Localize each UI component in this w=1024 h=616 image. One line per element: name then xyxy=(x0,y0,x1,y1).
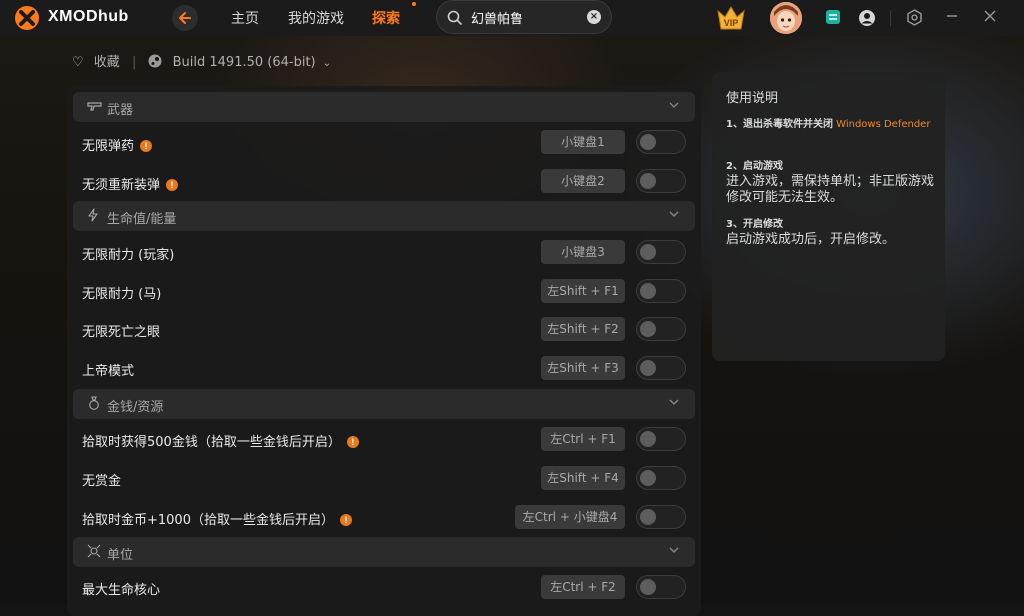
instructions-title: 使用说明 xyxy=(726,91,779,106)
brand-name: XMODhub xyxy=(48,8,129,25)
settings-icon[interactable] xyxy=(906,9,923,26)
cheat-label-infinite-stamina-horse: 无限耐力 (马) xyxy=(82,287,162,302)
steam-icon xyxy=(148,54,162,68)
divider xyxy=(890,10,891,26)
switch-icon[interactable] xyxy=(825,9,841,25)
xmod-logo-icon xyxy=(15,6,39,30)
category-units[interactable]: 单位 xyxy=(73,537,695,567)
vip-label: VIP xyxy=(724,18,739,28)
favorite-link[interactable]: 收藏 xyxy=(94,55,120,70)
chevron-down-icon xyxy=(669,102,679,108)
chevron-down-icon xyxy=(669,547,679,553)
info-icon[interactable]: ! xyxy=(346,436,359,448)
hotkey-badge[interactable]: 左Shift + F3 xyxy=(541,356,625,380)
chevron-down-icon xyxy=(669,211,679,217)
category-label: 武器 xyxy=(107,103,134,118)
hotkey-badge[interactable]: 小键盘1 xyxy=(541,130,625,154)
toggle-pickup-500-money[interactable] xyxy=(636,427,686,451)
instructions-step-1: 1、退出杀毒软件并关闭 Windows Defender xyxy=(726,119,931,130)
search-input[interactable] xyxy=(471,9,581,25)
hotkey-badge[interactable]: 小键盘2 xyxy=(541,169,625,193)
cheat-label-god-mode: 上帝模式 xyxy=(82,364,135,379)
instructions-step-3-title: 3、开启修改 xyxy=(726,219,783,230)
category-health-energy[interactable]: 生命值/能量 xyxy=(73,201,695,231)
toggle-infinite-stamina-horse[interactable] xyxy=(636,279,686,303)
instructions-step-2-title: 2、启动游戏 xyxy=(726,161,783,172)
chevron-down-icon xyxy=(669,399,679,405)
info-icon[interactable]: ! xyxy=(339,514,352,526)
instructions-step-3-body: 启动游戏成功后，开启修改。 xyxy=(726,232,896,247)
nav-explore[interactable]: 探索 xyxy=(372,8,400,28)
info-icon[interactable]: ! xyxy=(166,179,179,191)
close-icon[interactable] xyxy=(983,9,997,23)
build-version[interactable]: Build 1491.50 (64-bit) xyxy=(173,55,316,70)
avatar[interactable] xyxy=(770,2,802,34)
chevron-down-icon[interactable]: ⌄ xyxy=(323,58,331,69)
game-subheader: ♡ 收藏 | Build 1491.50 (64-bit) ⌄ xyxy=(72,51,331,70)
vip-badge-icon[interactable]: VIP xyxy=(714,3,748,33)
cheat-label-infinite-dead-eye: 无限死亡之眼 xyxy=(82,325,161,340)
nav-home[interactable]: 主页 xyxy=(231,8,259,28)
hotkey-badge[interactable]: 左Ctrl + 小键盘4 xyxy=(515,505,625,529)
hotkey-badge[interactable]: 小键盘3 xyxy=(541,240,625,264)
cheat-label-no-reload: 无须重新装弹! xyxy=(82,174,179,193)
category-weapons[interactable]: 武器 xyxy=(73,92,695,122)
instructions-panel xyxy=(712,72,945,361)
toggle-infinite-stamina-player[interactable] xyxy=(636,240,686,264)
windows-defender-link[interactable]: Windows Defender xyxy=(836,119,930,130)
search-box[interactable]: × xyxy=(436,0,612,34)
toggle-infinite-ammo[interactable] xyxy=(636,130,686,154)
cheat-label-pickup-500-money: 拾取时获得500金钱（拾取一些金钱后开启）! xyxy=(82,431,359,450)
toggle-infinite-dead-eye[interactable] xyxy=(636,317,686,341)
category-label: 金钱/资源 xyxy=(107,400,164,415)
search-icon xyxy=(447,10,462,25)
unit-icon xyxy=(87,544,101,558)
hotkey-badge[interactable]: 左Shift + F2 xyxy=(541,317,625,341)
cheat-label-pickup-gold-1000: 拾取时金币+1000（拾取一些金钱后开启）! xyxy=(82,509,352,528)
cheat-label-infinite-stamina-player: 无限耐力 (玩家) xyxy=(82,248,175,263)
toggle-no-bounty[interactable] xyxy=(636,466,686,490)
toggle-god-mode[interactable] xyxy=(636,356,686,380)
category-money-resources[interactable]: 金钱/资源 xyxy=(73,389,695,419)
gun-icon xyxy=(87,102,102,111)
cheat-label-max-health-core: 最大生命核心 xyxy=(82,583,161,598)
hotkey-badge[interactable]: 左Ctrl + F2 xyxy=(541,575,625,599)
toggle-max-health-core[interactable] xyxy=(636,575,686,599)
avatar-face-icon xyxy=(770,2,802,34)
instructions-step-2-body: 进入游戏，需保持单机；非正版游戏修改可能无法生效。 xyxy=(726,174,935,205)
user-icon[interactable] xyxy=(858,9,876,27)
hotkey-badge[interactable]: 左Shift + F4 xyxy=(541,466,625,490)
category-label: 单位 xyxy=(107,548,134,563)
nav-my-games[interactable]: 我的游戏 xyxy=(288,8,344,28)
separator: | xyxy=(131,55,137,70)
top-bar: XMODhub 主页 我的游戏 探索 × VIP xyxy=(0,0,1024,36)
toggle-no-reload[interactable] xyxy=(636,169,686,193)
hotkey-badge[interactable]: 左Shift + F1 xyxy=(541,279,625,303)
arrow-left-icon xyxy=(179,12,191,24)
heart-icon[interactable]: ♡ xyxy=(72,55,84,70)
nav-active-dot xyxy=(412,2,416,6)
cheat-label-infinite-ammo: 无限弹药! xyxy=(82,135,153,154)
category-label: 生命值/能量 xyxy=(107,212,177,227)
money-bag-icon xyxy=(89,396,99,410)
info-icon[interactable]: ! xyxy=(140,140,153,152)
back-button[interactable] xyxy=(172,5,198,31)
cheat-label-no-bounty: 无赏金 xyxy=(82,474,122,489)
search-clear-button[interactable]: × xyxy=(587,10,601,24)
hotkey-badge[interactable]: 左Ctrl + F1 xyxy=(541,427,625,451)
lightning-icon xyxy=(88,208,98,222)
toggle-pickup-gold-1000[interactable] xyxy=(636,505,686,529)
minimize-icon[interactable] xyxy=(946,14,958,18)
